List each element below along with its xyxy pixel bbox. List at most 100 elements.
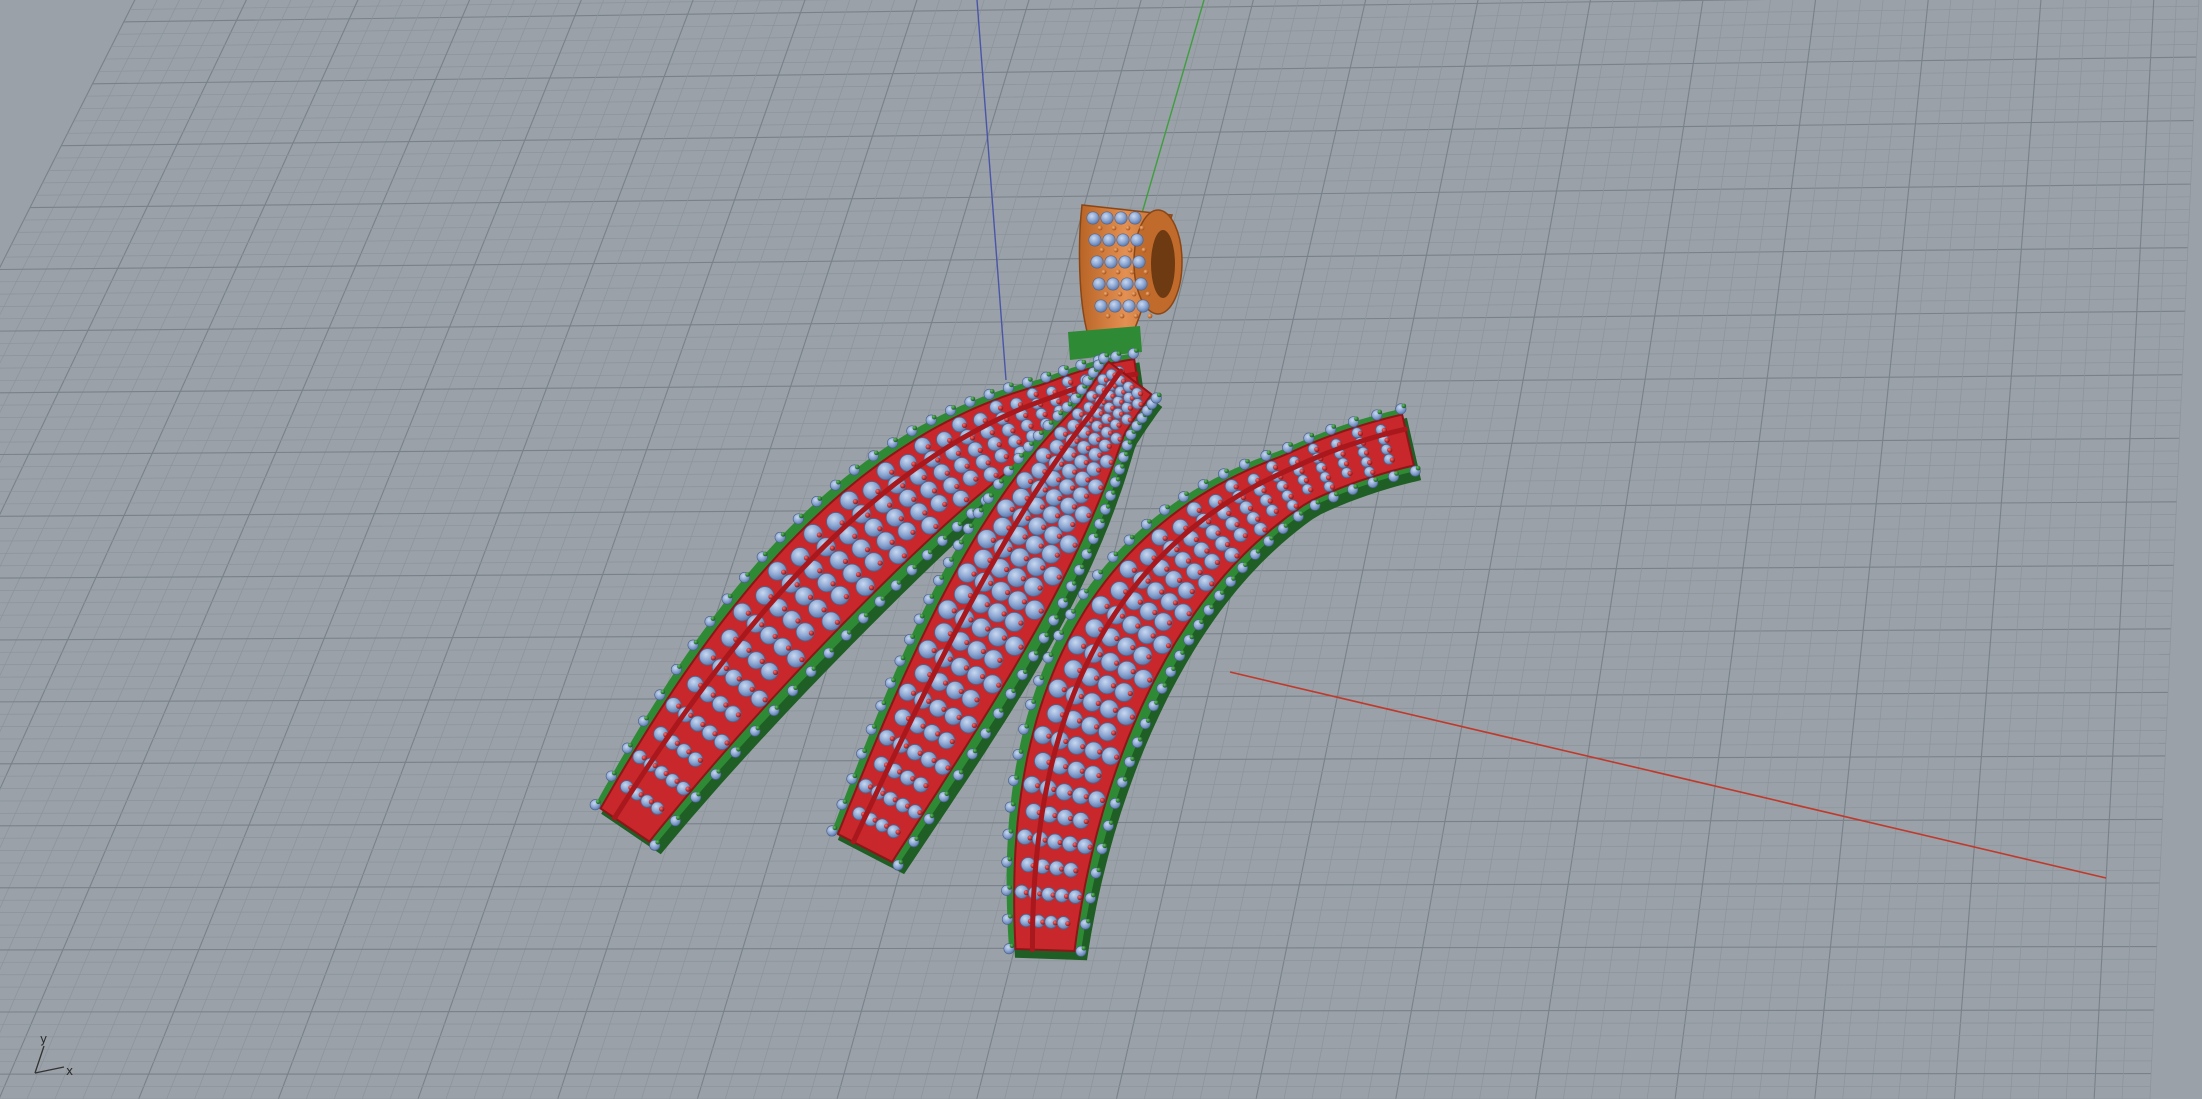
pave-prong [931, 647, 937, 654]
pave-prong [1164, 566, 1170, 572]
pave-prong [1387, 447, 1393, 453]
rim-prong [1315, 499, 1321, 505]
rim-prong [893, 437, 898, 443]
pave-prong [1086, 512, 1092, 518]
rim-prong [1162, 683, 1168, 688]
rim-prong [1138, 737, 1143, 742]
rim-prong [1171, 666, 1176, 672]
rim-prong [1104, 352, 1110, 358]
pave-prong [963, 497, 969, 503]
pave-prong [1370, 469, 1376, 475]
pave-prong [816, 532, 822, 538]
pave-prong [1022, 534, 1028, 540]
rim-prong [880, 596, 886, 601]
rim-prong [793, 685, 798, 690]
bail-gem [1092, 277, 1106, 291]
bail-prong [1147, 313, 1153, 319]
rim-prong [958, 769, 964, 775]
pave-prong [830, 581, 836, 587]
pave-prong [785, 645, 792, 651]
pave-prong [772, 633, 778, 640]
pave-prong [973, 476, 979, 482]
pave-prong [931, 488, 938, 494]
pendant-bail[interactable] [1068, 204, 1183, 360]
pave-prong [1367, 459, 1373, 466]
pave-prong [1206, 519, 1212, 525]
pave-prong [1054, 552, 1060, 558]
pave-prong [949, 738, 955, 745]
rim-prong [817, 496, 823, 501]
pave-prong [985, 460, 991, 466]
pave-prong [1127, 405, 1133, 411]
rim-prong [1165, 504, 1170, 510]
pave-prong [1033, 391, 1039, 397]
rim-prong [1071, 580, 1077, 586]
pave-prong [942, 501, 948, 507]
pave-prong [697, 757, 704, 763]
construction-grid [0, 0, 2200, 1099]
bail-prong [1133, 313, 1139, 319]
pave-prong [1076, 718, 1083, 724]
rim-prong [1007, 856, 1013, 862]
rim-prong [1331, 424, 1337, 429]
pave-prong [772, 669, 779, 676]
pave-prong [794, 582, 800, 588]
pave-prong [1116, 422, 1122, 428]
pave-prong [1071, 504, 1077, 510]
pave-prong [749, 686, 755, 692]
rim-prong [1046, 371, 1052, 377]
pave-prong [1267, 498, 1273, 504]
rim-prong [891, 677, 896, 683]
rim-prong [881, 700, 887, 706]
rim-prong [1058, 410, 1063, 416]
pave-prong [1038, 608, 1044, 614]
rim-prong [912, 425, 918, 431]
rim-prong [1231, 576, 1236, 581]
rim-prong [1054, 614, 1059, 620]
pave-prong [1061, 687, 1067, 693]
pave-prong [700, 721, 706, 728]
rim-prong [1180, 650, 1185, 655]
rim-prong [1334, 491, 1339, 497]
rim-prong [1091, 892, 1096, 898]
pave-prong [1038, 543, 1044, 549]
pave-prong [1098, 485, 1104, 491]
rim-prong [972, 748, 978, 754]
pave-prong [921, 474, 927, 481]
pave-prong [1226, 510, 1232, 517]
rim-prong [1081, 359, 1087, 365]
rim-prong [1063, 597, 1069, 603]
pave-prong [808, 630, 815, 636]
rim-prong [1298, 511, 1304, 516]
bail-prong [1119, 313, 1125, 319]
pave-prong [1079, 768, 1085, 774]
rim-prong [957, 521, 963, 527]
pave-prong [1097, 749, 1103, 755]
rim-prong [611, 770, 617, 776]
bail-gem [1130, 233, 1144, 247]
pave-prong [947, 656, 953, 662]
rim-prong [677, 664, 682, 669]
3d-viewport[interactable]: x y [0, 0, 2202, 1099]
pave-prong [1104, 603, 1110, 609]
pave-prong [1041, 524, 1047, 530]
pave-prong [1197, 569, 1203, 576]
pave-prong [821, 607, 827, 613]
pave-prong [1234, 521, 1240, 528]
pave-prong [942, 680, 949, 686]
rim-prong [1059, 630, 1064, 635]
rim-prong [762, 551, 768, 557]
rim-prong [1048, 652, 1054, 658]
rim-prong [1199, 619, 1204, 625]
pave-prong [989, 430, 995, 436]
pave-prong [1272, 464, 1279, 470]
rim-prong [1127, 440, 1133, 445]
rim-prong [1067, 401, 1073, 407]
rim-prong [1120, 464, 1125, 469]
rim-prong [1105, 504, 1111, 509]
rim-prong [1039, 430, 1044, 436]
pave-prong [1018, 644, 1024, 650]
rim-prong [644, 715, 649, 721]
pave-prong [735, 712, 741, 718]
pave-prong [964, 463, 970, 469]
